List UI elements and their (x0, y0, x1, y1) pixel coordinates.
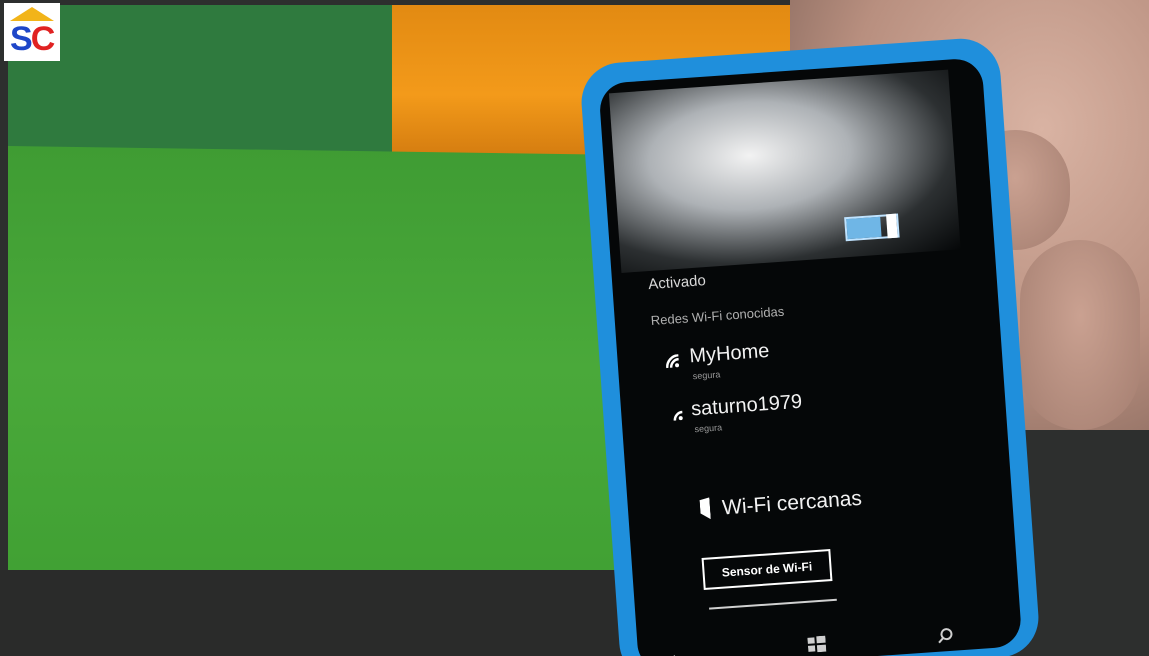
divider (709, 598, 837, 610)
network-item[interactable]: saturno1979 segura (668, 384, 870, 438)
logo-letter-c: C (30, 20, 56, 58)
wifi-sense-icon (699, 497, 711, 520)
wifi-status: Activado (647, 272, 707, 294)
network-security: segura (694, 422, 723, 435)
search-icon[interactable] (937, 627, 954, 644)
wifi-signal-icon (665, 353, 680, 369)
phone-screen: Activado Redes Wi-Fi conocidas MyHome se… (598, 57, 1023, 656)
wifi-toggle[interactable] (844, 213, 900, 242)
network-name: MyHome (688, 339, 771, 368)
network-name: saturno1979 (690, 390, 803, 421)
wifi-sense-button[interactable]: Sensor de Wi-Fi (701, 549, 833, 590)
logo-letter-s: S (10, 20, 33, 58)
photo-scene: SC Activado Redes Wi-Fi conocidas MyHome… (0, 0, 1149, 656)
house-roof-icon (10, 7, 54, 21)
back-arrow-icon[interactable]: ← (668, 643, 687, 656)
wifi-signal-icon (673, 410, 683, 421)
network-item[interactable]: MyHome segura (665, 331, 867, 385)
phone: Activado Redes Wi-Fi conocidas MyHome se… (578, 36, 1042, 656)
network-security: segura (692, 369, 721, 382)
green-board-back (8, 5, 403, 155)
nav-bar: ← (637, 616, 1022, 656)
channel-logo: SC (4, 3, 60, 61)
finger (1020, 240, 1140, 430)
nearby-wifi-heading: Wi-Fi cercanas (721, 486, 863, 520)
screen-glare (608, 69, 961, 273)
green-board (8, 146, 648, 590)
known-networks-label: Redes Wi-Fi conocidas (650, 303, 785, 328)
table-edge (0, 570, 700, 656)
windows-logo-icon[interactable] (807, 635, 827, 653)
